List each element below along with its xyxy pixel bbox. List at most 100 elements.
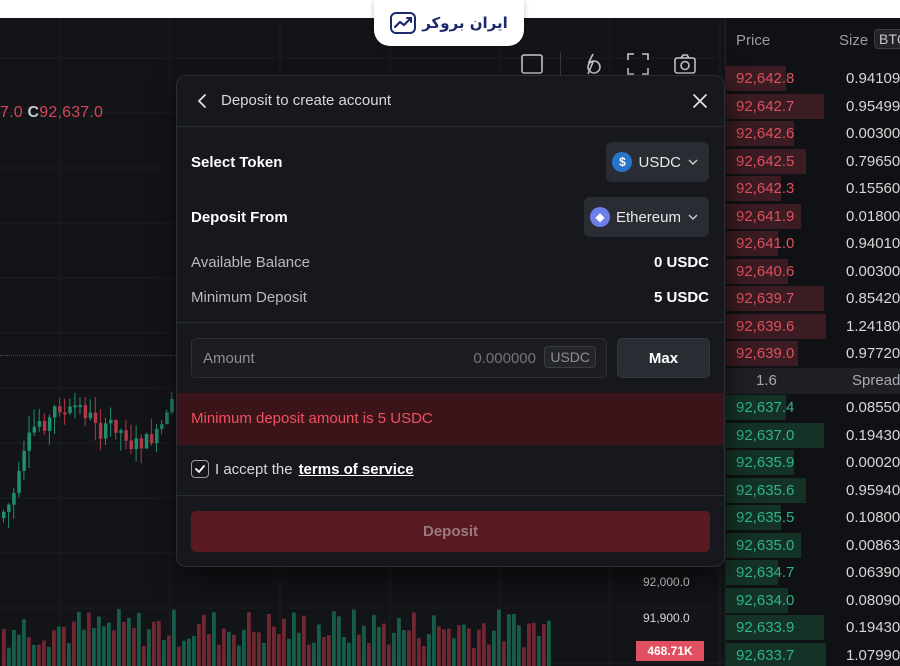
volume-bar	[12, 629, 16, 666]
brand-logo[interactable]: ایران بروکر	[374, 0, 524, 46]
order-size: 0.19430	[846, 426, 900, 444]
volume-bar	[157, 620, 161, 666]
volume-bar	[252, 631, 256, 666]
camera-icon[interactable]	[673, 52, 697, 76]
ask-row[interactable]: 92,642.7 0.95499	[726, 93, 900, 120]
candle-body	[22, 450, 26, 471]
volume-bar	[227, 631, 231, 666]
terms-checkbox[interactable]	[191, 460, 209, 478]
volume-bar	[242, 629, 246, 666]
usdc-icon: $	[612, 152, 633, 172]
size-unit-selector[interactable]: BTC	[874, 29, 900, 49]
terms-of-service-link[interactable]: terms of service	[299, 461, 414, 478]
order-price: 92,641.0	[736, 235, 795, 252]
volume-bar	[87, 612, 91, 666]
volume-bar	[222, 628, 226, 666]
volume-bar	[77, 611, 81, 666]
volume-bar	[192, 635, 196, 666]
candle-body	[58, 406, 62, 413]
terms-prefix: I accept the	[215, 460, 293, 478]
volume-bar	[377, 626, 381, 666]
candle-body	[68, 406, 72, 414]
volume-bar	[47, 646, 51, 666]
bid-row[interactable]: 92,634.7 0.06390	[726, 559, 900, 586]
ask-row[interactable]: 92,639.7 0.85420	[726, 285, 900, 312]
candle-body	[129, 440, 133, 449]
order-price: 92,635.9	[736, 454, 795, 471]
bid-row[interactable]: 92,635.0 0.00863	[726, 532, 900, 559]
volume-bar	[542, 624, 546, 666]
bid-row[interactable]: 92,633.9 0.19430	[726, 614, 900, 641]
order-size: 0.79650	[846, 152, 900, 170]
token-select-value: USDC	[638, 153, 681, 171]
volume-bar	[27, 637, 31, 666]
volume-bar	[162, 639, 166, 666]
volume-bar	[307, 644, 311, 666]
bid-row[interactable]: 92,635.9 0.00020	[726, 449, 900, 476]
order-size: 0.01800	[846, 207, 900, 225]
amount-unit: USDC	[544, 346, 596, 368]
draw-icon[interactable]	[579, 52, 603, 76]
ask-row[interactable]: 92,642.5 0.79650	[726, 148, 900, 175]
deposit-modal: Deposit to create account Select Token $…	[176, 75, 725, 567]
volume-bar	[42, 640, 46, 666]
max-button[interactable]: Max	[617, 338, 710, 378]
order-book: Price Size BTC 92,642.8 0.94109 92,642.7 0.…	[725, 18, 900, 666]
modal-title: Deposit to create account	[221, 92, 392, 109]
bid-row[interactable]: 92,633.7 1.07990	[726, 642, 900, 666]
volume-bar	[362, 625, 366, 666]
ask-row[interactable]: 92,642.8 0.94109	[726, 65, 900, 92]
deposit-button[interactable]: Deposit	[191, 511, 710, 552]
volume-bar	[37, 644, 41, 666]
network-select[interactable]: ◆ Ethereum	[583, 197, 709, 237]
volume-bar	[477, 629, 481, 666]
volume-bar	[2, 628, 6, 666]
volume-bar	[322, 636, 326, 666]
volume-bar	[237, 645, 241, 666]
square-icon[interactable]	[520, 52, 544, 76]
ask-row[interactable]: 92,642.6 0.00300	[726, 120, 900, 147]
bid-row[interactable]: 92,637.0 0.19430	[726, 422, 900, 449]
ask-row[interactable]: 92,641.0 0.94010	[726, 230, 900, 257]
candle-body	[104, 423, 108, 439]
volume-bar	[7, 647, 11, 666]
volume-bar	[167, 635, 171, 666]
network-select-value: Ethereum	[615, 208, 681, 226]
ask-row[interactable]: 92,640.6 0.00300	[726, 258, 900, 285]
order-price: 92,633.9	[736, 619, 795, 636]
volume-bar	[342, 636, 346, 666]
bid-row[interactable]: 92,637.4 0.08550	[726, 394, 900, 421]
order-price: 92,641.9	[736, 207, 795, 225]
order-price: 92,634.7	[736, 564, 795, 581]
ask-row[interactable]: 92,642.3 0.15560	[726, 175, 900, 202]
volume-bar	[142, 645, 146, 666]
token-select[interactable]: $ USDC	[606, 142, 709, 182]
close-icon[interactable]	[689, 90, 711, 112]
brand-logo-text: ایران بروکر	[422, 14, 508, 32]
candle-body	[32, 426, 37, 433]
ask-row[interactable]: 92,639.6 1.24180	[726, 313, 900, 340]
volume-bar	[197, 624, 201, 666]
price-column-header: Price	[736, 32, 771, 49]
order-price: 92,640.6	[736, 262, 795, 280]
bid-row[interactable]: 92,635.5 0.10800	[726, 504, 900, 531]
bid-row[interactable]: 92,634.0 0.08090	[726, 587, 900, 614]
ask-row[interactable]: 92,641.9 0.01800	[726, 203, 900, 230]
fullscreen-icon[interactable]	[626, 52, 650, 76]
bid-row[interactable]: 92,635.6 0.95940	[726, 477, 900, 504]
candle-body	[109, 419, 113, 424]
volume-bar	[517, 625, 521, 666]
volume-bar	[452, 638, 456, 666]
ask-row[interactable]: 92,639.0 0.97720	[726, 340, 900, 367]
volume-bar	[427, 634, 431, 666]
back-icon[interactable]	[191, 90, 213, 112]
available-balance-value: 0 USDC	[653, 254, 709, 271]
amount-field[interactable]: Amount USDC	[191, 338, 607, 378]
amount-input[interactable]	[416, 350, 536, 367]
volume-bar	[67, 643, 71, 666]
order-size: 0.97720	[846, 345, 900, 362]
available-balance-label: Available Balance	[191, 254, 310, 271]
order-price: 92,642.5	[736, 152, 795, 170]
volume-bar	[127, 617, 131, 666]
volume-bar	[247, 611, 251, 666]
